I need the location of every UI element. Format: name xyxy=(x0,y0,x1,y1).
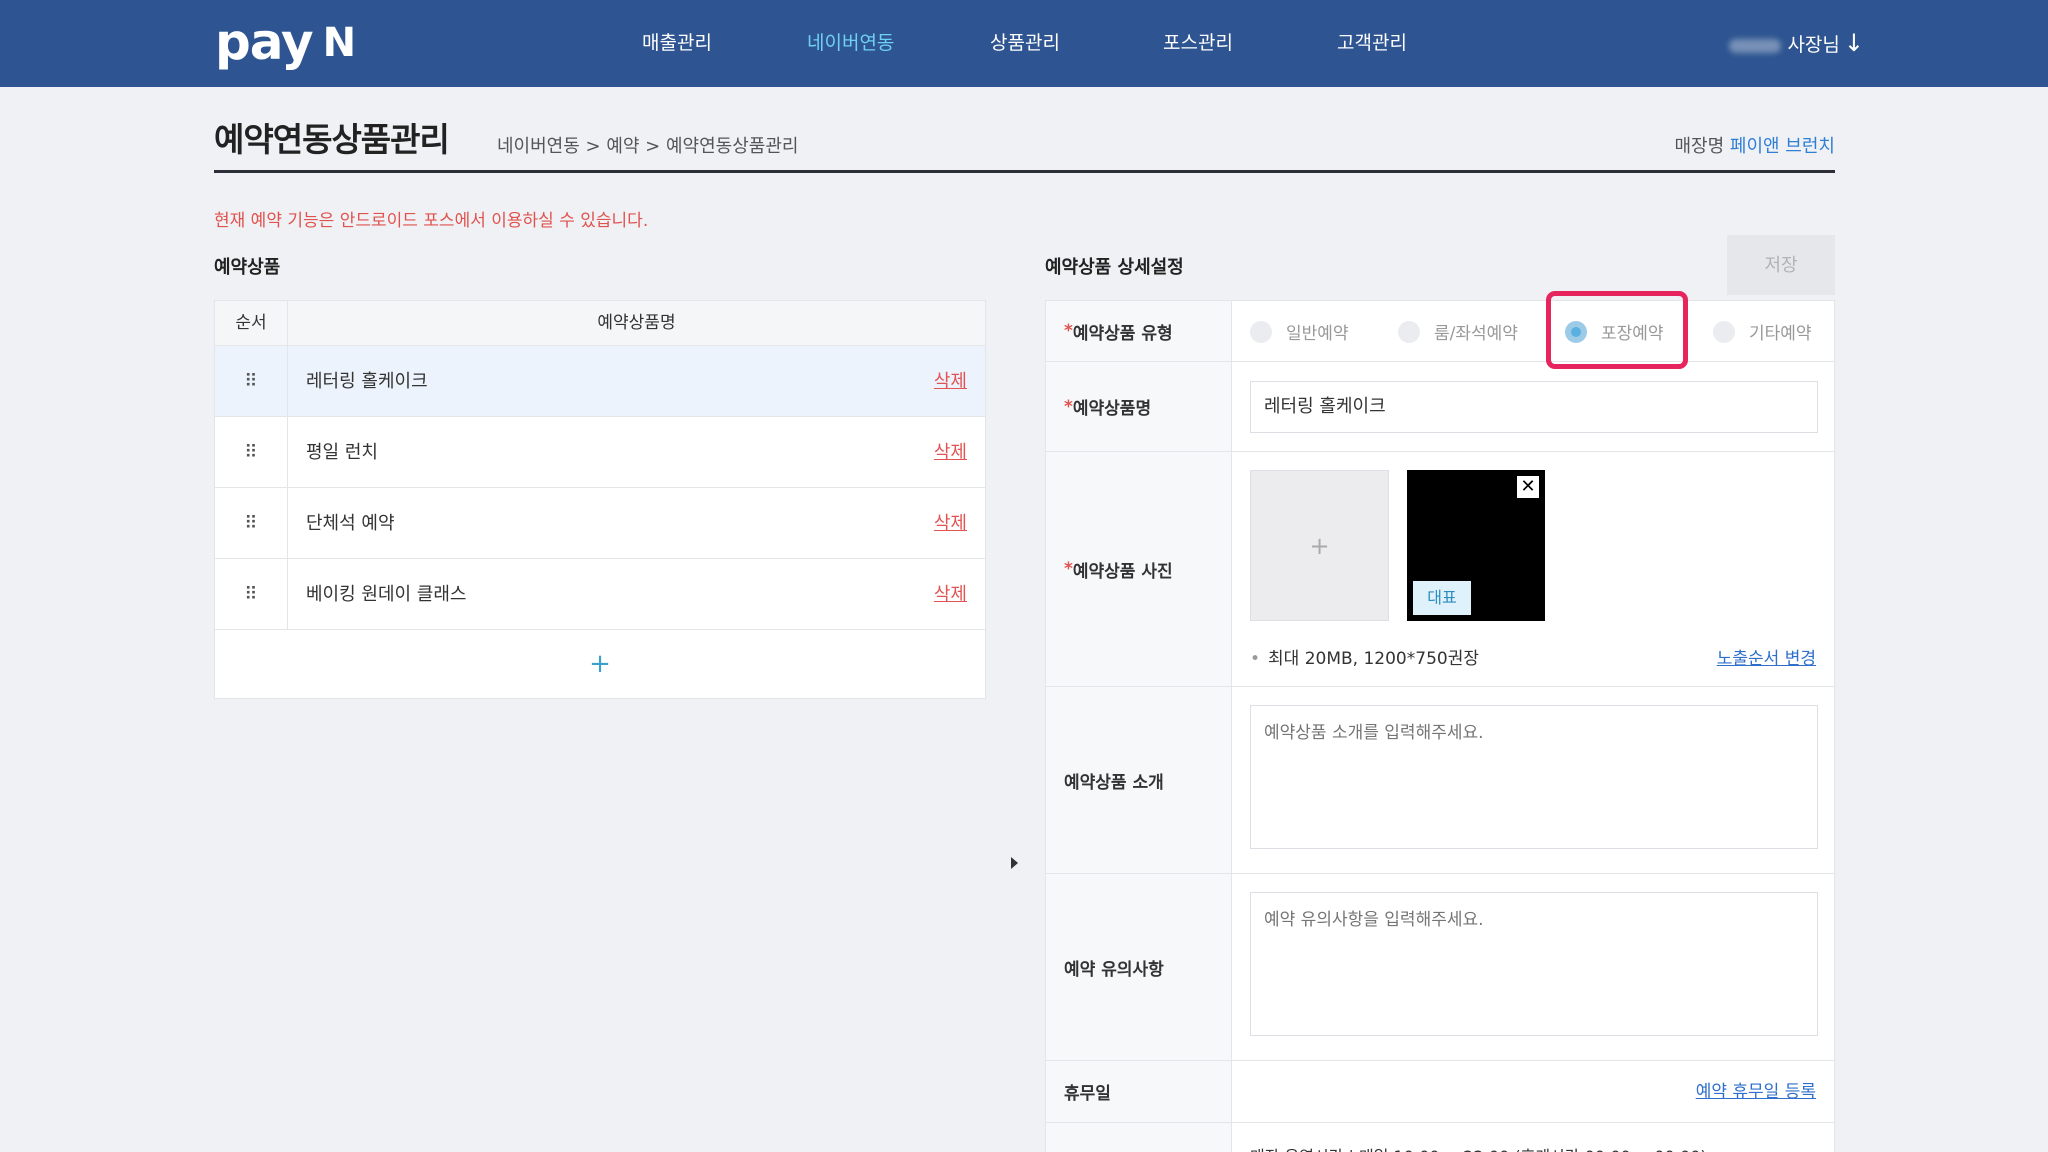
store-label: 매장명 xyxy=(1674,136,1725,157)
product-list-header: 순서 예약상품명 xyxy=(215,301,985,346)
product-name-input[interactable]: 레터링 홀케이크 xyxy=(1250,381,1818,433)
radio-circle-icon xyxy=(1713,320,1735,343)
label-product-type: * 예약상품 유형 xyxy=(1046,301,1232,361)
product-list-table: 순서 예약상품명 ⠿ 레터링 홀케이크 삭제 ⠿ 평일 런치 삭제 ⠿ 단체석 … xyxy=(214,300,986,699)
row-product-photo: * 예약상품 사진 + ✕ 대표 • 최대 20MB, 1200*750권장 노출순… xyxy=(1046,452,1834,687)
breadcrumb: 네이버연동 > 예약 > 예약연동상품관리 xyxy=(497,136,799,157)
drag-handle-icon[interactable]: ⠿ xyxy=(215,417,288,487)
save-button[interactable]: 저장 xyxy=(1727,235,1835,295)
photo-size-note: • 최대 20MB, 1200*750권장 xyxy=(1250,649,1479,669)
product-name[interactable]: 베이킹 원데이 클래스 xyxy=(288,559,905,629)
radio-circle-icon xyxy=(1250,320,1272,343)
detail-form: * 예약상품 유형 일반예약 룸/좌석예약 포장예약 기타예약 * 예약상품명 레터… xyxy=(1045,300,1835,1152)
col-order-header: 순서 xyxy=(215,301,288,345)
label-product-name: * 예약상품명 xyxy=(1046,362,1232,451)
product-intro-textarea[interactable] xyxy=(1250,705,1818,849)
photo-thumbnail[interactable]: ✕ 대표 xyxy=(1407,470,1545,621)
store-info: 매장명 페이앤 브런치 xyxy=(1674,132,1835,158)
nav-item-products[interactable]: 상품관리 xyxy=(990,0,1060,87)
product-type-radio-group: 일반예약 룸/좌석예약 포장예약 기타예약 xyxy=(1232,301,1834,361)
drag-handle-icon[interactable]: ⠿ xyxy=(215,559,288,629)
user-menu[interactable]: 사장님 ↓ xyxy=(1729,0,1864,87)
label-product-intro: 예약상품 소개 xyxy=(1046,687,1232,873)
delete-button[interactable]: 삭제 xyxy=(905,417,985,487)
row-product-intro: 예약상품 소개 xyxy=(1046,687,1834,874)
close-icon[interactable]: ✕ xyxy=(1517,476,1539,498)
radio-other[interactable]: 기타예약 xyxy=(1713,301,1812,362)
payn-logo[interactable]: pay N xyxy=(215,14,356,70)
nav-item-naver[interactable]: 네이버연동 xyxy=(807,0,894,87)
label-product-photo: * 예약상품 사진 xyxy=(1046,452,1232,686)
product-name[interactable]: 레터링 홀케이크 xyxy=(288,346,905,416)
product-row[interactable]: ⠿ 단체석 예약 삭제 xyxy=(215,488,985,559)
nav-item-customers[interactable]: 고객관리 xyxy=(1337,0,1407,87)
add-photo-button[interactable]: + xyxy=(1250,470,1389,621)
arrow-down-icon: ↓ xyxy=(1843,29,1864,57)
row-product-type: * 예약상품 유형 일반예약 룸/좌석예약 포장예약 기타예약 xyxy=(1046,301,1834,362)
label-business-hours xyxy=(1046,1123,1232,1152)
drag-handle-icon[interactable]: ⠿ xyxy=(215,346,288,416)
col-name-header: 예약상품명 xyxy=(597,313,676,333)
product-list-title: 예약상품 xyxy=(214,257,281,278)
row-product-name: * 예약상품명 레터링 홀케이크 xyxy=(1046,362,1834,452)
store-name[interactable]: 페이앤 브런치 xyxy=(1730,136,1835,157)
representative-badge: 대표 xyxy=(1413,581,1471,615)
product-name[interactable]: 단체석 예약 xyxy=(288,488,905,558)
register-holiday-link[interactable]: 예약 휴무일 등록 xyxy=(1696,1061,1816,1123)
detail-title: 예약상품 상세설정 xyxy=(1045,257,1184,278)
page-title: 예약연동상품관리 xyxy=(214,120,450,159)
radio-room-seat[interactable]: 룸/좌석예약 xyxy=(1398,301,1518,362)
user-label: 사장님 xyxy=(1787,34,1840,56)
row-business-hours: 매장 운영시간 | 매일 10:00 ~ 22:00 (휴게시간 00:00 ~… xyxy=(1046,1123,1834,1152)
delete-button[interactable]: 삭제 xyxy=(905,346,985,416)
row-holiday: 휴무일 예약 휴무일 등록 xyxy=(1046,1061,1834,1123)
row-reservation-caution: 예약 유의사항 xyxy=(1046,874,1834,1061)
add-product-button[interactable]: + xyxy=(215,630,985,698)
nav-item-pos[interactable]: 포스관리 xyxy=(1163,0,1233,87)
product-row[interactable]: ⠿ 베이킹 원데이 클래스 삭제 xyxy=(215,559,985,630)
radio-circle-icon xyxy=(1398,320,1420,343)
product-row[interactable]: ⠿ 레터링 홀케이크 삭제 xyxy=(215,346,985,417)
panel-toggle-arrow-icon[interactable] xyxy=(1011,857,1018,869)
android-notice: 현재 예약 기능은 안드로이드 포스에서 이용하실 수 있습니다. xyxy=(214,211,649,231)
radio-general[interactable]: 일반예약 xyxy=(1250,301,1349,362)
label-reservation-caution: 예약 유의사항 xyxy=(1046,874,1232,1060)
reservation-caution-textarea[interactable] xyxy=(1250,892,1818,1036)
product-name[interactable]: 평일 런치 xyxy=(288,417,905,487)
nav-item-sales[interactable]: 매출관리 xyxy=(642,0,712,87)
title-divider xyxy=(214,170,1835,173)
user-name-blurred xyxy=(1729,38,1782,53)
highlight-annotation xyxy=(1546,291,1688,369)
label-holiday: 휴무일 xyxy=(1046,1061,1232,1122)
business-hours-text: 매장 운영시간 | 매일 10:00 ~ 22:00 (휴게시간 00:00 ~… xyxy=(1250,1143,1707,1152)
delete-button[interactable]: 삭제 xyxy=(905,488,985,558)
drag-handle-icon[interactable]: ⠿ xyxy=(215,488,288,558)
top-nav-bar: pay N 매출관리 네이버연동 상품관리 포스관리 고객관리 사장님 ↓ xyxy=(0,0,2048,87)
product-row[interactable]: ⠿ 평일 런치 삭제 xyxy=(215,417,985,488)
delete-button[interactable]: 삭제 xyxy=(905,559,985,629)
change-order-link[interactable]: 노출순서 변경 xyxy=(1717,644,1816,669)
